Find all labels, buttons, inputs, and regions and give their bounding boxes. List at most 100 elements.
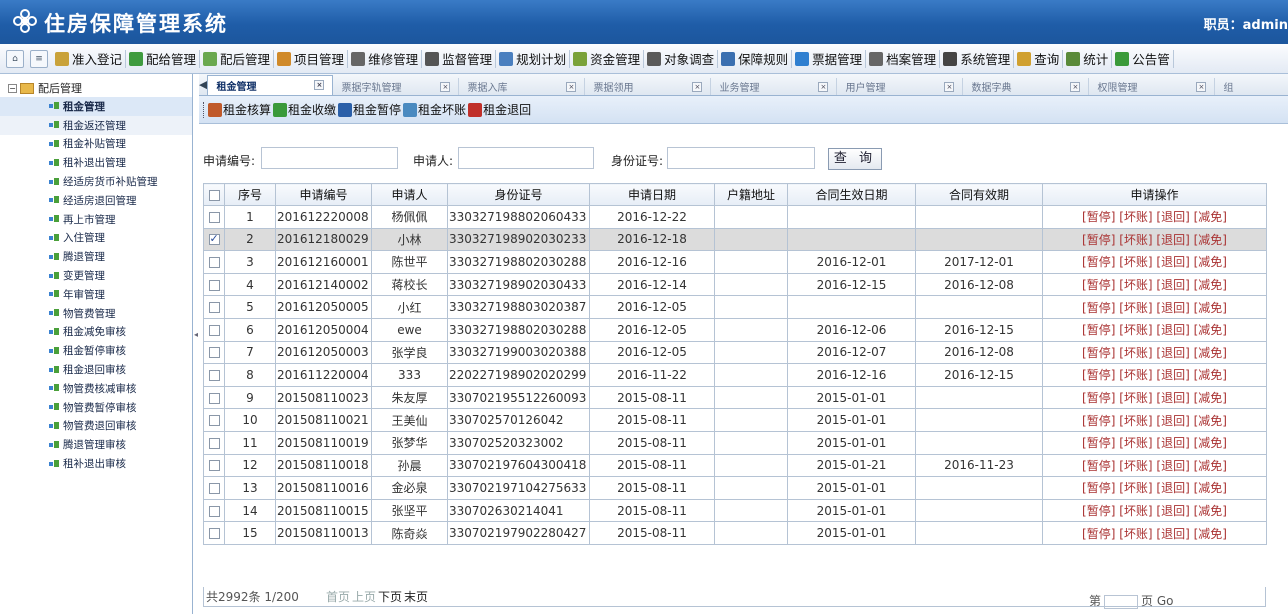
sidebar-item[interactable]: 入住管理: [0, 229, 192, 248]
table-row[interactable]: 5 201612050005 小红 330327198803020387 2016-12…: [203, 295, 1267, 319]
column-header[interactable]: 户籍地址: [714, 183, 788, 206]
row-checkbox[interactable]: [208, 460, 220, 472]
sidebar-root[interactable]: − 配后管理: [0, 79, 192, 97]
row-select-cell[interactable]: [203, 498, 225, 523]
row-select-cell[interactable]: [203, 272, 225, 297]
select-all-checkbox[interactable]: [208, 189, 220, 201]
row-select-cell[interactable]: [203, 363, 225, 387]
sidebar-item[interactable]: 腾退管理审核: [0, 435, 192, 454]
menu-item[interactable]: 项目管理: [274, 49, 349, 68]
row-checkbox[interactable]: [208, 211, 220, 223]
application-code-input[interactable]: [261, 147, 398, 169]
tab[interactable]: 用户管理 ×: [837, 77, 964, 95]
sidebar-item[interactable]: 经适房退回管理: [0, 191, 192, 210]
menu-item[interactable]: 票据管理: [792, 49, 867, 68]
tab[interactable]: 票据字轨管理 ×: [333, 77, 460, 95]
sidebar-item[interactable]: 变更管理: [0, 266, 192, 285]
sidebar-item[interactable]: 租金管理: [0, 97, 192, 116]
tab[interactable]: 权限管理 ×: [1089, 77, 1216, 95]
row-checkbox[interactable]: [208, 528, 220, 540]
close-icon[interactable]: ×: [1196, 81, 1207, 92]
column-header[interactable]: 申请人: [371, 183, 448, 206]
row-actions[interactable]: [暂停] [坏账] [退回] [减免]: [1042, 295, 1267, 319]
menu-item[interactable]: 监督管理: [422, 49, 497, 68]
row-select-cell[interactable]: [203, 385, 225, 410]
table-row[interactable]: 2201612180029小林3303271989020302332016-12…: [203, 227, 1267, 252]
row-checkbox[interactable]: [208, 256, 220, 268]
sidebar-item[interactable]: 物管费暂停审核: [0, 398, 192, 417]
row-actions[interactable]: [暂停] [坏账] [退回] [减免]: [1042, 430, 1267, 455]
applicant-input[interactable]: [458, 147, 594, 169]
menu-item[interactable]: 维修管理: [348, 49, 423, 68]
row-checkbox[interactable]: [208, 369, 220, 381]
search-button[interactable]: 查 询: [828, 148, 882, 170]
sidebar-item[interactable]: 租金补贴管理: [0, 135, 192, 154]
row-checkbox[interactable]: [208, 279, 220, 291]
table-row[interactable]: 6 201612050004 ewe 330327198802030288 2016-1…: [203, 317, 1267, 342]
sidebar-item[interactable]: 租金暂停审核: [0, 341, 192, 360]
row-checkbox[interactable]: [208, 437, 220, 449]
row-checkbox[interactable]: [208, 505, 220, 517]
sidebar-item[interactable]: 租金退回审核: [0, 360, 192, 379]
row-select-cell[interactable]: [203, 295, 225, 319]
row-select-cell[interactable]: [203, 453, 225, 478]
tab[interactable]: 票据入库 ×: [459, 77, 586, 95]
menu-item[interactable]: 资金管理: [570, 49, 645, 68]
row-actions[interactable]: [暂停] [坏账] [退回] [减免]: [1042, 227, 1267, 252]
menu-item[interactable]: 档案管理: [866, 49, 941, 68]
row-select-cell[interactable]: [203, 227, 225, 252]
row-actions[interactable]: [暂停] [坏账] [退回] [减免]: [1042, 317, 1267, 342]
close-icon[interactable]: ×: [692, 81, 703, 92]
row-actions[interactable]: [暂停] [坏账] [退回] [减免]: [1042, 250, 1267, 274]
menu-item[interactable]: 规划计划: [496, 49, 571, 68]
close-icon[interactable]: ×: [818, 81, 829, 92]
column-header[interactable]: 身份证号: [447, 183, 590, 206]
toolbar-button[interactable]: 租金退回: [468, 101, 531, 118]
menu-item[interactable]: 对象调查: [644, 49, 719, 68]
table-row[interactable]: 10 201508110021 王美仙 330702570126042 2015-08-…: [203, 408, 1267, 432]
close-icon[interactable]: ×: [314, 79, 325, 90]
first-page-link[interactable]: 首页: [326, 590, 350, 604]
row-actions[interactable]: [暂停] [坏账] [退回] [减免]: [1042, 498, 1267, 523]
row-actions[interactable]: [暂停] [坏账] [退回] [减免]: [1042, 453, 1267, 478]
table-row[interactable]: 8 201611220004 333 220227198902020299 2016-1…: [203, 363, 1267, 387]
last-page-link[interactable]: 末页: [404, 590, 428, 604]
row-actions[interactable]: [暂停] [坏账] [退回] [减免]: [1042, 363, 1267, 387]
row-select-cell[interactable]: [203, 340, 225, 365]
tab-scroll-left-icon[interactable]: ◀: [199, 78, 207, 91]
row-checkbox[interactable]: [208, 392, 220, 404]
goto-button[interactable]: 页 Go: [1141, 594, 1173, 608]
tab[interactable]: 数据字典 ×: [963, 77, 1090, 95]
tab[interactable]: 组×: [1215, 78, 1288, 96]
toolbar-button[interactable]: 租金收缴: [273, 101, 336, 118]
sidebar-item[interactable]: 租补退出审核: [0, 454, 192, 473]
prev-page-link[interactable]: 上页: [352, 590, 376, 604]
sidebar-collapse-handle[interactable]: ◂: [194, 330, 199, 360]
close-icon[interactable]: ×: [944, 81, 955, 92]
row-checkbox[interactable]: [208, 415, 220, 427]
close-icon[interactable]: ×: [440, 81, 451, 92]
table-row[interactable]: 7 201612050003 张学良 330327199003020388 2016-1…: [203, 340, 1267, 365]
column-header[interactable]: 合同生效日期: [787, 183, 916, 206]
column-header[interactable]: 合同有效期: [915, 183, 1043, 206]
column-header[interactable]: 序号: [224, 183, 276, 206]
table-row[interactable]: 11 201508110019 张梦华 330702520323002 2015-08-…: [203, 430, 1267, 455]
tab[interactable]: 票据领用 ×: [585, 77, 712, 95]
menu-item[interactable]: 准入登记: [52, 49, 127, 68]
select-all-header[interactable]: [203, 183, 225, 206]
close-icon[interactable]: ×: [566, 81, 577, 92]
row-select-cell[interactable]: [203, 250, 225, 274]
row-checkbox[interactable]: [208, 324, 220, 336]
menu-item[interactable]: 配给管理: [126, 49, 201, 68]
toolbar-button[interactable]: 租金暂停: [338, 101, 401, 118]
table-row[interactable]: 14 201508110015 张坚平 330702630214041 2015-08-…: [203, 498, 1267, 523]
column-header[interactable]: 申请操作: [1042, 183, 1267, 206]
menu-item[interactable]: 公告管: [1112, 49, 1174, 68]
sidebar-item[interactable]: 物管费管理: [0, 304, 192, 323]
column-header[interactable]: 申请编号: [275, 183, 372, 206]
row-select-cell[interactable]: [203, 476, 225, 500]
next-page-link[interactable]: 下页: [378, 590, 402, 604]
sidebar-item[interactable]: 租金减免审核: [0, 323, 192, 342]
row-select-cell[interactable]: [203, 205, 225, 229]
sidebar-item[interactable]: 再上市管理: [0, 210, 192, 229]
